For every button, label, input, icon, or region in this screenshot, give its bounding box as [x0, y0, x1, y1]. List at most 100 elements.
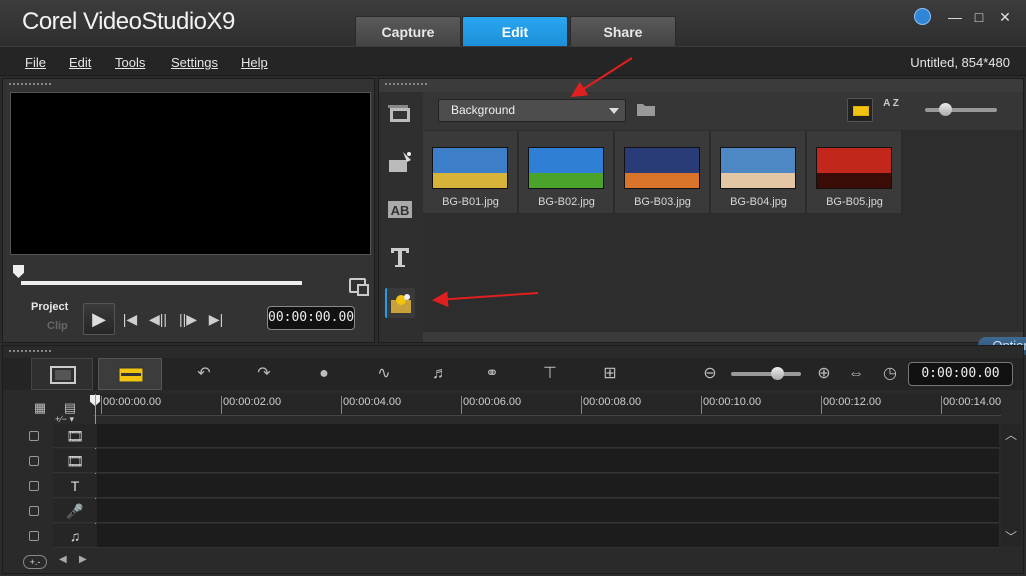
close-button[interactable]: ✕ [996, 8, 1014, 26]
thumbnail-name: BG-B04.jpg [730, 196, 787, 208]
multi-camera-icon[interactable]: ⊞ [597, 362, 623, 386]
tab-edit[interactable]: Edit [462, 16, 568, 46]
track-header[interactable]: 🎤 [53, 499, 97, 523]
timeline-toolbar: ↶ ↷ ● ∿ ♬ ⚭ ⊤ ⊞ ⊖ ⊕ ⇔ ◷ 0:00:00.00 [3, 358, 1023, 390]
subtitle-editor-icon[interactable]: ⊤ [537, 362, 563, 386]
ruler-tick: 00:00:10.00 [700, 396, 762, 414]
menu-tools[interactable]: Tools [115, 55, 145, 70]
thumbnail-image [432, 147, 508, 189]
lock-icon[interactable] [29, 531, 39, 541]
library-thumbnail[interactable]: BG-B01.jpg [423, 131, 518, 213]
scrub-bar[interactable] [21, 281, 302, 285]
menu-bar: File Edit Tools Settings Help Untitled, … [0, 46, 1026, 76]
thumbnail-name: BG-B02.jpg [538, 196, 595, 208]
next-frame-button[interactable]: ||▶ [177, 309, 199, 329]
storyboard-view-button[interactable] [31, 358, 93, 390]
lock-icon[interactable] [29, 481, 39, 491]
folder-icon[interactable] [636, 101, 656, 117]
maximize-button[interactable]: □ [970, 8, 988, 26]
timeline-track[interactable] [97, 449, 999, 473]
timeline-track[interactable] [97, 474, 999, 498]
library-thumbnail[interactable]: BG-B05.jpg [807, 131, 902, 213]
scroll-up-icon[interactable]: ︿ [1005, 426, 1017, 443]
minimize-button[interactable]: — [946, 8, 964, 26]
show-all-tracks-icon[interactable]: ▦ [27, 396, 53, 420]
track-area: 🎞 🎞 T 🎤 ♫ [3, 424, 1023, 548]
media-icon[interactable] [385, 100, 415, 130]
track-header[interactable]: T [53, 474, 97, 498]
home-button[interactable]: |◀ [119, 309, 141, 329]
zoom-out-icon[interactable]: ⊖ [697, 362, 723, 386]
preview-panel: Project Clip ▶ |◀ ◀|| ||▶ ▶| 00:00:00.00 [2, 78, 375, 343]
menu-settings[interactable]: Settings [171, 55, 218, 70]
panel-grip[interactable] [8, 349, 52, 353]
menu-file[interactable]: File [25, 55, 46, 70]
lock-icon[interactable] [29, 431, 39, 441]
app-title-version: X9 [206, 8, 236, 35]
thumbnail-name: BG-B05.jpg [826, 196, 883, 208]
timeline-ruler: 00:00:00.00 00:00:02.00 00:00:04.00 00:00:0… [93, 394, 1001, 416]
scroll-left-icon[interactable]: ◀ [59, 554, 67, 565]
menu-help[interactable]: Help [241, 55, 268, 70]
sound-mixer-icon[interactable]: ∿ [371, 362, 397, 386]
panel-grip[interactable] [384, 82, 428, 86]
slider-knob[interactable] [771, 367, 784, 380]
sort-icon[interactable]: A Z [880, 98, 902, 122]
enlarge-icon[interactable] [349, 278, 369, 296]
scroll-right-icon[interactable]: ▶ [79, 554, 87, 565]
end-button[interactable]: ▶| [205, 309, 227, 329]
tab-share[interactable]: Share [570, 16, 676, 46]
auto-music-icon[interactable]: ♬ [427, 362, 453, 386]
library-thumbnail[interactable]: BG-B03.jpg [615, 131, 710, 213]
fit-project-icon[interactable]: ⇔ [843, 362, 869, 386]
motion-tracking-icon[interactable]: ⚭ [479, 362, 505, 386]
mode-clip[interactable]: Clip [47, 320, 68, 332]
play-button[interactable]: ▶ [83, 303, 115, 335]
lock-icon[interactable] [29, 456, 39, 466]
title-icon[interactable] [385, 242, 415, 272]
thumbnail-image [624, 147, 700, 189]
library-panel: AB Background A Z BG-B01.jpg BG-B02.jpg BG… [378, 78, 1026, 355]
scroll-down-icon[interactable]: ﹀ [1005, 528, 1017, 545]
panel-grip[interactable] [8, 82, 52, 86]
timeline-panel: ↶ ↷ ● ∿ ♬ ⚭ ⊤ ⊞ ⊖ ⊕ ⇔ ◷ 0:00:00.00 ▦ ▤ +… [2, 345, 1024, 574]
timeline-view-button[interactable] [98, 358, 162, 390]
track-header[interactable]: ♫ [53, 524, 97, 548]
timeline-zoom-slider[interactable] [731, 367, 801, 380]
timeline-track[interactable] [97, 499, 999, 523]
timeline-track[interactable] [97, 424, 999, 448]
library-side-bar: AB [379, 92, 423, 342]
track-header[interactable]: 🎞 [53, 424, 97, 448]
track-header[interactable]: 🎞 [53, 449, 97, 473]
mode-project[interactable]: Project [31, 301, 68, 313]
record-capture-icon[interactable]: ● [311, 362, 337, 386]
library-category-dropdown[interactable]: Background [438, 99, 626, 122]
timeline-timecode[interactable]: 0:00:00.00 [908, 362, 1013, 386]
graphics-icon[interactable] [385, 288, 415, 318]
previous-frame-button[interactable]: ◀|| [147, 309, 169, 329]
undo-icon[interactable]: ↶ [191, 362, 217, 386]
zoom-in-icon[interactable]: ⊕ [811, 362, 837, 386]
timeline-track[interactable] [97, 524, 999, 548]
redo-icon[interactable]: ↷ [251, 362, 277, 386]
clock-icon[interactable]: ◷ [877, 362, 903, 386]
track-scrollbar[interactable]: ︿ ﹀ [1001, 424, 1021, 546]
transition-icon[interactable]: AB [385, 194, 415, 224]
preview-timecode[interactable]: 00:00:00.00 [267, 306, 355, 330]
menu-edit[interactable]: Edit [69, 55, 91, 70]
library-thumbnail[interactable]: BG-B02.jpg [519, 131, 614, 213]
lock-icon[interactable] [29, 506, 39, 516]
title-bar: Corel VideoStudioX9 Capture Edit Share —… [0, 0, 1026, 46]
thumbnail-view-icon[interactable] [847, 98, 873, 122]
globe-icon[interactable] [914, 8, 931, 25]
thumbnail-image [720, 147, 796, 189]
library-thumbnail[interactable]: BG-B04.jpg [711, 131, 806, 213]
scrub-handle[interactable] [13, 265, 24, 278]
slider-knob[interactable] [939, 103, 952, 116]
tab-capture[interactable]: Capture [355, 16, 461, 46]
add-track-icon[interactable]: +.- [23, 555, 47, 569]
thumbnail-grid: BG-B01.jpg BG-B02.jpg BG-B03.jpg BG-B04.jpg… [423, 131, 1023, 331]
library-content: Background A Z BG-B01.jpg BG-B02.jpg BG-B0… [423, 92, 1026, 355]
thumbnail-size-slider[interactable] [925, 103, 997, 116]
fx-icon[interactable] [385, 148, 415, 178]
